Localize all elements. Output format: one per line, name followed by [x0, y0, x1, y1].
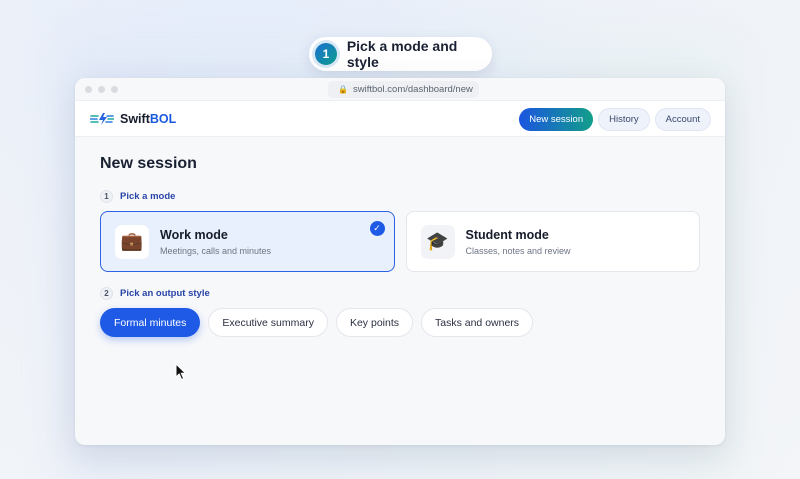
section-number: 1	[100, 190, 113, 203]
step-number-badge: 1	[315, 43, 337, 65]
mode-section-label: 1 Pick a mode	[100, 190, 700, 203]
window-controls	[85, 86, 118, 93]
logo[interactable]: SwiftBOL	[90, 112, 176, 126]
address-bar[interactable]: 🔒 swiftbol.com/dashboard/new	[328, 81, 479, 98]
style-section-label: 2 Pick an output style	[100, 287, 700, 300]
app-header: SwiftBOL New session History Account	[75, 101, 725, 137]
work-mode-card[interactable]: 💼 Work mode Meetings, calls and minutes …	[100, 211, 395, 272]
window-titlebar: 🔒 swiftbol.com/dashboard/new	[75, 78, 725, 101]
brand-name: SwiftBOL	[120, 112, 176, 126]
lock-icon: 🔒	[338, 85, 348, 94]
section-label-text: Pick an output style	[120, 288, 210, 299]
history-button[interactable]: History	[598, 108, 650, 131]
top-nav: New session History Account	[519, 108, 711, 131]
briefcase-icon: 💼	[115, 224, 149, 259]
style-tasks-and-owners[interactable]: Tasks and owners	[421, 308, 534, 337]
section-label-text: Pick a mode	[120, 191, 176, 202]
style-options: Formal minutes Executive summary Key poi…	[100, 308, 700, 337]
step-indicator: 1 Pick a mode and style	[309, 37, 492, 71]
maximize-dot[interactable]	[111, 86, 118, 93]
close-dot[interactable]	[85, 86, 92, 93]
brand-accent: BOL	[149, 111, 177, 126]
graduation-cap-icon: 🎓	[420, 224, 455, 259]
style-executive-summary[interactable]: Executive summary	[208, 308, 328, 337]
step-label: Pick a mode and style	[346, 38, 458, 70]
mode-title: Student mode	[465, 227, 549, 242]
student-mode-card[interactable]: 🎓 Student mode Classes, notes and review	[405, 211, 700, 272]
mode-text: Work mode Meetings, calls and minutes	[160, 228, 271, 256]
style-key-points[interactable]: Key points	[335, 308, 413, 337]
section-number: 2	[100, 287, 113, 300]
new-session-button[interactable]: New session	[519, 108, 594, 131]
page-title: New session	[100, 155, 197, 172]
account-button[interactable]: Account	[654, 108, 711, 131]
mouse-cursor-icon	[175, 363, 187, 381]
url-text: swiftbol.com/dashboard/new	[352, 84, 473, 95]
checkmark-icon: ✓	[369, 221, 385, 236]
main-content: New session 1 Pick a mode 💼 Work mode Me…	[75, 137, 725, 355]
mode-subtitle: Meetings, calls and minutes	[160, 245, 272, 256]
mode-options: 💼 Work mode Meetings, calls and minutes …	[100, 211, 700, 272]
brand-main: Swift	[120, 111, 150, 126]
mode-text: Student mode Classes, notes and review	[466, 228, 571, 256]
lightning-logo-icon	[90, 112, 114, 125]
mode-subtitle: Classes, notes and review	[465, 245, 571, 256]
browser-window: 🔒 swiftbol.com/dashboard/new SwiftBOL Ne…	[75, 78, 725, 445]
minimize-dot[interactable]	[98, 86, 105, 93]
style-formal-minutes[interactable]: Formal minutes	[100, 308, 201, 337]
mode-title: Work mode	[160, 227, 228, 242]
